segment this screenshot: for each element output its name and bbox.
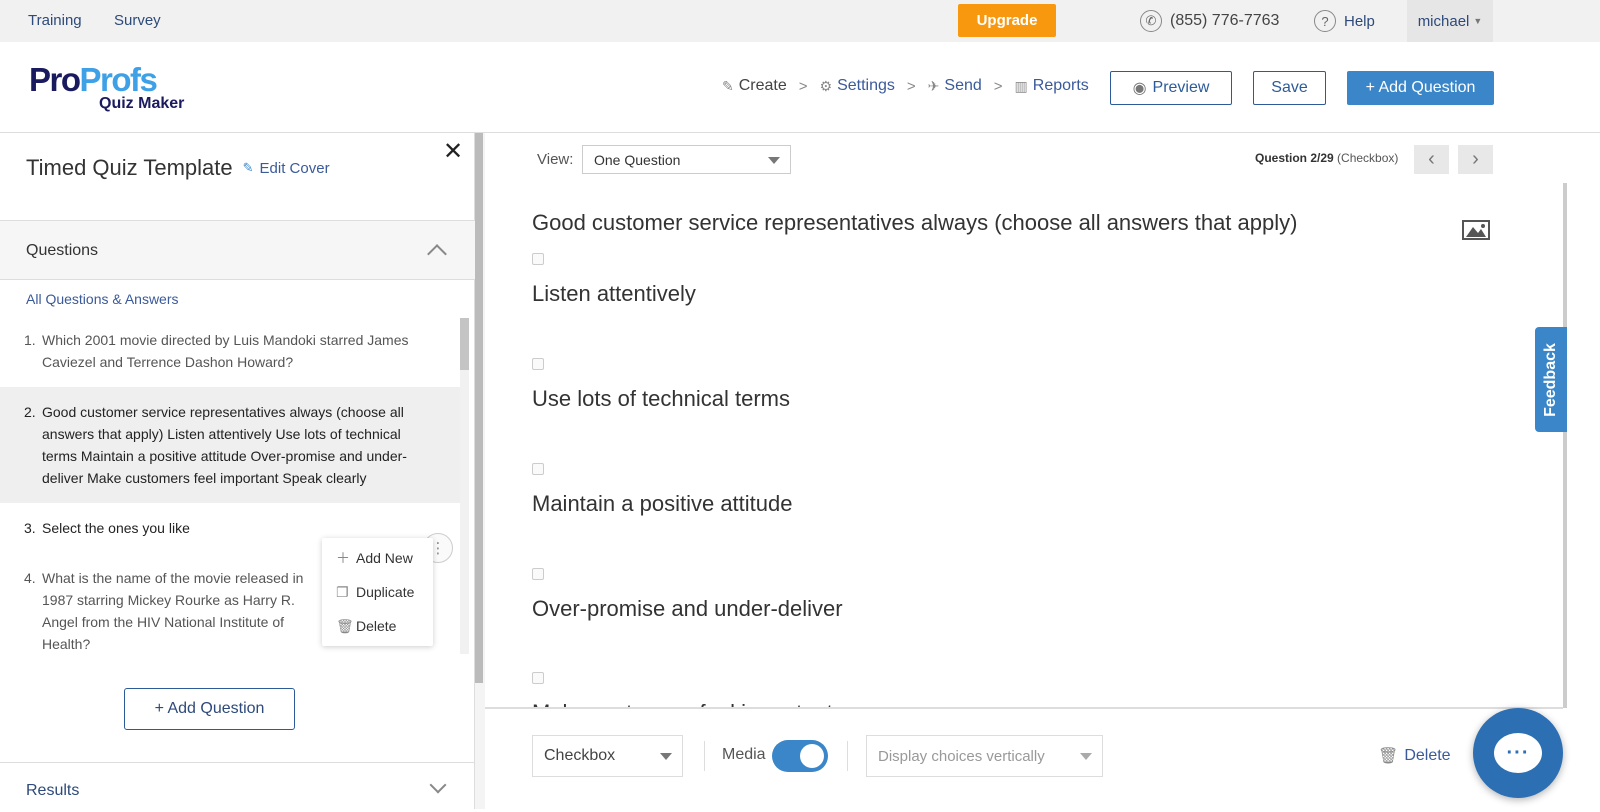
menu-duplicate[interactable]: ❐ Duplicate xyxy=(322,575,433,609)
plus-icon: ＋ xyxy=(336,550,350,566)
chevron-down-icon xyxy=(429,776,447,794)
step-nav: ✎ Create > ⚙ Settings > ✈ Send > ▥ Reports xyxy=(722,77,1089,95)
trash-icon: 🗑 xyxy=(336,617,354,634)
survey-link[interactable]: Survey xyxy=(114,12,161,29)
question-item[interactable]: 1. Which 2001 movie directed by Luis Mand… xyxy=(0,315,460,387)
chevron-up-icon xyxy=(427,244,447,264)
step-create[interactable]: ✎ Create xyxy=(722,77,787,95)
phone-icon: ✆ xyxy=(1140,10,1162,32)
delete-question-button[interactable]: 🗑 Delete xyxy=(1378,746,1451,766)
results-section-header[interactable]: Results xyxy=(0,762,475,812)
step-send[interactable]: ✈ Send xyxy=(928,77,982,95)
caret-down-icon xyxy=(1080,753,1092,760)
question-list-scrollbar[interactable] xyxy=(460,318,469,654)
display-choices-select[interactable]: Display choices vertically xyxy=(866,735,1103,777)
checkbox[interactable] xyxy=(532,253,544,265)
save-button[interactable]: Save xyxy=(1253,71,1326,105)
upgrade-button[interactable]: Upgrade xyxy=(958,4,1056,37)
app-header: ProProfs Quiz Maker ✎ Create > ⚙ Settings … xyxy=(0,42,1600,133)
step-reports[interactable]: ▥ Reports xyxy=(1015,77,1089,95)
eye-icon: ◉ xyxy=(1132,80,1147,97)
choice-item: Make customers feel important xyxy=(532,672,833,708)
view-select[interactable]: One Question xyxy=(582,145,791,174)
phone-number: ✆ (855) 776-7763 xyxy=(1140,10,1279,32)
image-icon[interactable] xyxy=(1462,220,1490,240)
paper-plane-icon: ✈ xyxy=(927,77,940,94)
prev-question-button[interactable]: ‹ xyxy=(1414,145,1449,174)
checkbox[interactable] xyxy=(532,672,544,684)
divider xyxy=(847,741,848,771)
editor-scrollbar[interactable] xyxy=(1563,183,1567,708)
question-icon: ? xyxy=(1314,10,1336,32)
add-question-button[interactable]: + Add Question xyxy=(1347,71,1494,105)
media-toggle[interactable] xyxy=(772,740,828,772)
chat-icon: ··· xyxy=(1494,733,1542,773)
all-questions-link[interactable]: All Questions & Answers xyxy=(26,291,179,307)
question-type-select[interactable]: Checkbox xyxy=(532,735,683,777)
training-link[interactable]: Training xyxy=(28,12,82,29)
caret-down-icon xyxy=(660,753,672,760)
context-menu: ＋ Add New ❐ Duplicate 🗑 Delete xyxy=(322,538,433,646)
top-bar: Training Survey Upgrade ✆ (855) 776-7763… xyxy=(0,0,1600,42)
close-icon[interactable]: ✕ xyxy=(443,137,463,166)
gear-icon: ⚙ xyxy=(819,77,833,94)
next-question-button[interactable]: › xyxy=(1458,145,1493,174)
question-counter: Question 2/29 (Checkbox) xyxy=(1255,151,1399,165)
sidebar-add-question-button[interactable]: + Add Question xyxy=(124,688,295,730)
caret-down-icon: ▼ xyxy=(1473,16,1483,26)
caret-down-icon xyxy=(768,157,780,164)
chat-button[interactable]: ··· xyxy=(1473,708,1563,798)
questions-section-header[interactable]: Questions xyxy=(0,220,475,280)
checkbox[interactable] xyxy=(532,463,544,475)
proprofs-logo[interactable]: ProProfs Quiz Maker xyxy=(29,63,184,112)
edit-cover-link[interactable]: ✎ Edit Cover xyxy=(243,160,330,177)
chevron-right-icon: > xyxy=(993,77,1003,95)
question-item-selected[interactable]: 2. Good customer service representatives … xyxy=(0,387,460,503)
trash-icon: 🗑 xyxy=(1378,748,1399,765)
choice-item: Maintain a positive attitude xyxy=(532,463,793,517)
user-menu[interactable]: michael ▼ xyxy=(1407,0,1493,42)
choice-item: Use lots of technical terms xyxy=(532,358,790,412)
choice-item: Listen attentively xyxy=(532,253,696,307)
copy-icon: ❐ xyxy=(336,583,349,600)
step-settings[interactable]: ⚙ Settings xyxy=(820,77,895,95)
menu-add-new[interactable]: ＋ Add New xyxy=(322,541,433,575)
question-editor: View: One Question Question 2/29 (Checkb… xyxy=(485,133,1600,809)
sidebar: Timed Quiz Template ✎ Edit Cover ✕ Questi… xyxy=(0,133,475,809)
pencil-icon: ✎ xyxy=(722,77,734,94)
divider xyxy=(704,741,705,771)
checkbox[interactable] xyxy=(532,358,544,370)
choice-item: Over-promise and under-deliver xyxy=(532,568,843,622)
menu-delete[interactable]: 🗑 Delete xyxy=(322,609,433,643)
question-title[interactable]: Good customer service representatives al… xyxy=(532,210,1297,236)
chevron-right-icon: > xyxy=(906,77,916,95)
feedback-tab[interactable]: Feedback xyxy=(1535,327,1567,432)
preview-button[interactable]: ◉ Preview xyxy=(1110,71,1232,105)
pencil-icon: ✎ xyxy=(242,160,254,175)
question-footer: Checkbox Media Display choices verticall… xyxy=(485,709,1600,809)
checkbox[interactable] xyxy=(532,568,544,580)
bar-chart-icon: ▥ xyxy=(1014,77,1028,94)
quiz-title: Timed Quiz Template ✎ Edit Cover xyxy=(26,155,330,180)
help-link[interactable]: ? Help xyxy=(1314,10,1375,32)
sidebar-scrollbar[interactable] xyxy=(475,133,485,809)
chevron-right-icon: > xyxy=(798,77,808,95)
